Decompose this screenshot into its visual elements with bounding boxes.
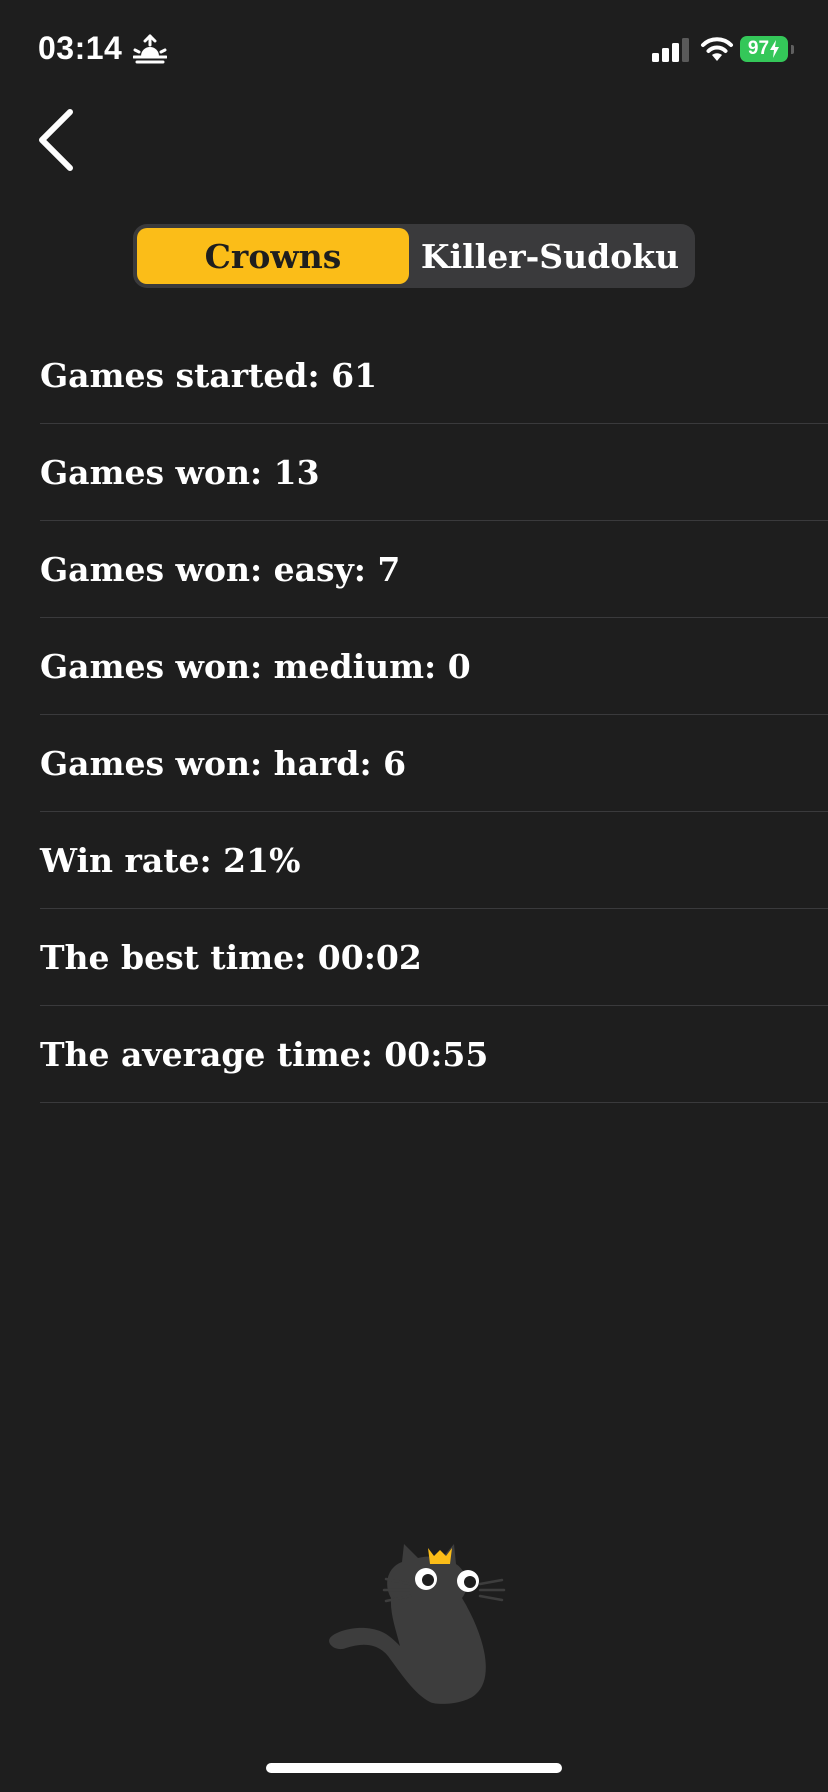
stat-text: Win rate: 21%: [40, 840, 301, 880]
stat-text: Games won: hard: 6: [40, 743, 407, 783]
stat-row-average-time: The average time: 00:55: [40, 1006, 828, 1103]
home-indicator[interactable]: [266, 1763, 562, 1773]
stat-text: Games won: easy: 7: [40, 549, 401, 589]
stat-text: Games won: 13: [40, 452, 320, 492]
stat-row-best-time: The best time: 00:02: [40, 909, 828, 1006]
mode-segmented-control: Crowns Killer-Sudoku: [133, 224, 695, 288]
bolt-icon: [770, 40, 780, 58]
wifi-icon: [701, 37, 733, 61]
battery-cap: [791, 45, 794, 54]
cat-with-crown-icon: [329, 1544, 506, 1704]
status-time: 03:14: [38, 30, 123, 66]
back-button[interactable]: [30, 104, 86, 176]
sunrise-icon: [133, 34, 167, 64]
stat-row-games-won-hard: Games won: hard: 6: [40, 715, 828, 812]
stats-list: Games started: 61 Games won: 13 Games wo…: [40, 327, 828, 1103]
chevron-left-icon: [39, 109, 73, 171]
stat-text: The average time: 00:55: [40, 1034, 489, 1074]
stat-row-games-won-medium: Games won: medium: 0: [40, 618, 828, 715]
stat-row-games-started: Games started: 61: [40, 327, 828, 424]
stat-row-win-rate: Win rate: 21%: [40, 812, 828, 909]
battery-charging-icon: 97: [740, 36, 788, 62]
signal-icon: [652, 38, 689, 62]
stat-text: Games started: 61: [40, 355, 378, 395]
stat-text: The best time: 00:02: [40, 937, 422, 977]
status-bar: 03:14 97: [0, 0, 828, 100]
tab-killer-sudoku[interactable]: Killer-Sudoku: [409, 228, 691, 284]
stat-row-games-won-easy: Games won: easy: 7: [40, 521, 828, 618]
tab-crowns[interactable]: Crowns: [137, 228, 409, 284]
battery-level: 97: [747, 38, 770, 59]
stat-row-games-won: Games won: 13: [40, 424, 828, 521]
stat-text: Games won: medium: 0: [40, 646, 471, 686]
